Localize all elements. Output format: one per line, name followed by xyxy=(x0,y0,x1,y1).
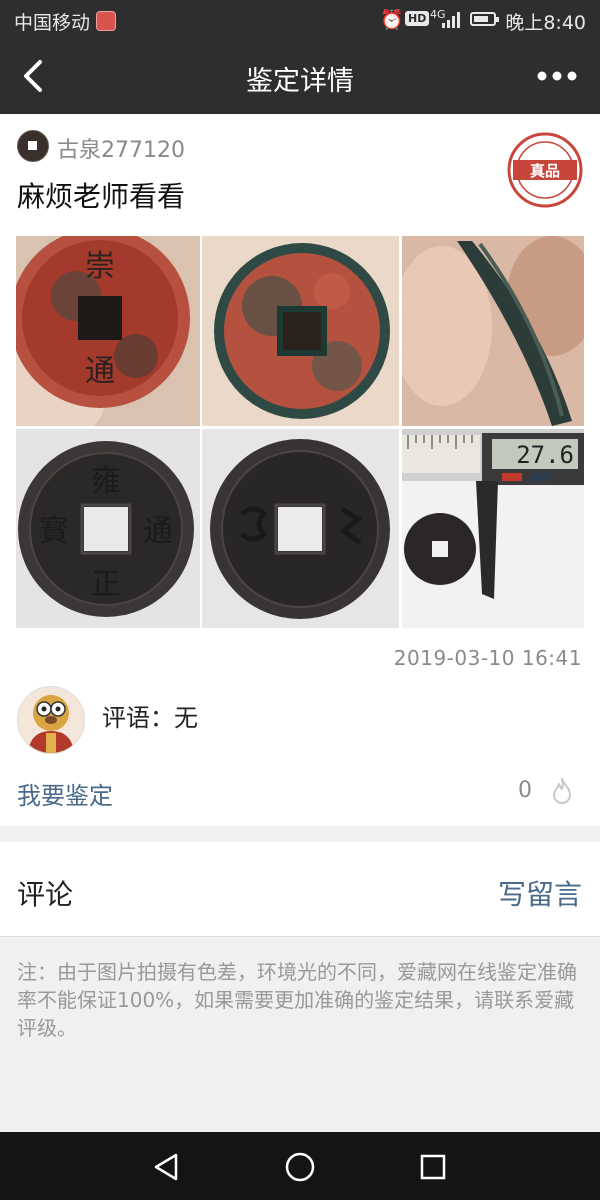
system-nav-bar xyxy=(0,1132,600,1200)
user-avatar[interactable] xyxy=(17,130,49,162)
caliper-reading: 27.6 xyxy=(516,441,574,469)
seal-text: 真品 xyxy=(530,162,560,180)
svg-text:通: 通 xyxy=(143,514,173,549)
home-circle-icon[interactable] xyxy=(283,1150,317,1184)
coin-photo-5[interactable] xyxy=(202,429,399,628)
battery-icon xyxy=(470,12,499,26)
coin-photo-3[interactable] xyxy=(402,236,584,426)
svg-text:正: 正 xyxy=(91,567,121,602)
svg-text:通: 通 xyxy=(85,354,115,389)
page-title: 鉴定详情 xyxy=(246,66,354,97)
flame-icon[interactable] xyxy=(550,777,574,805)
review-comment: 评语：无 xyxy=(102,704,198,732)
username[interactable]: 古泉277120 xyxy=(57,132,185,164)
photo-grid: 崇 通 雍 正 寳 通 27.6 xyxy=(16,236,584,628)
back-triangle-icon[interactable] xyxy=(150,1150,184,1184)
signal-icon xyxy=(442,12,460,28)
svg-text:寳: 寳 xyxy=(39,514,69,549)
reviewer-avatar[interactable] xyxy=(17,686,85,754)
appraise-link[interactable]: 我要鉴定 xyxy=(17,776,113,811)
hd-badge: HD xyxy=(405,11,430,26)
more-options-icon[interactable] xyxy=(536,64,578,88)
authentic-seal-stamp: 真品 xyxy=(507,132,583,208)
coin-photo-2[interactable] xyxy=(202,236,399,426)
coin-photo-4[interactable]: 雍 正 寳 通 xyxy=(16,429,200,628)
comments-header: 评论 xyxy=(17,878,74,911)
like-count: 0 xyxy=(518,778,532,803)
post-timestamp: 2019-03-10 16:41 xyxy=(393,646,582,670)
status-bar: 中国移动 ⏰ HD 4G 晚上8:40 xyxy=(0,0,600,40)
section-divider xyxy=(0,826,600,842)
carrier-app-icon xyxy=(96,11,116,31)
svg-text:雍: 雍 xyxy=(91,464,121,499)
clock: 晚上8:40 xyxy=(505,12,586,34)
coin-photo-1[interactable]: 崇 通 xyxy=(16,236,200,426)
carrier-name: 中国移动 xyxy=(14,12,91,34)
recents-square-icon[interactable] xyxy=(416,1150,450,1184)
nav-bar: 鉴定详情 xyxy=(0,40,600,114)
coin-photo-6[interactable]: 27.6 xyxy=(402,429,584,628)
disclaimer-notice: 注：由于图片拍摄有色差，环境光的不同，爱藏网在线鉴定准确率不能保证100%，如果… xyxy=(17,960,577,1040)
alarm-icon: ⏰ xyxy=(380,9,404,31)
write-comment-button[interactable]: 写留言 xyxy=(498,873,582,913)
svg-text:崇: 崇 xyxy=(85,249,115,284)
post-title: 麻烦老师看看 xyxy=(17,180,186,213)
